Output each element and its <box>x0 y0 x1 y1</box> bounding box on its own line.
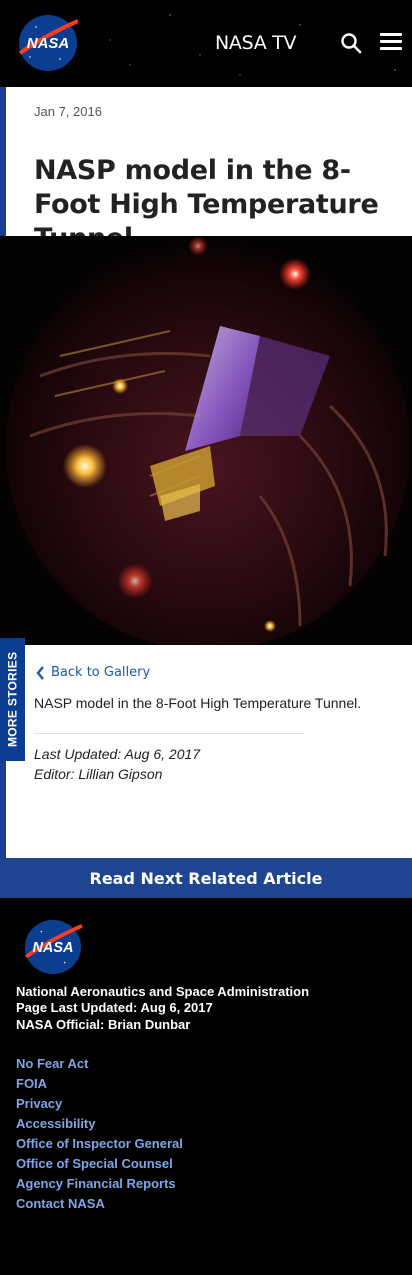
site-header: NASA NASA TV <box>0 0 412 87</box>
footer-nasa-logo[interactable]: NASA <box>22 918 84 976</box>
divider <box>34 733 304 734</box>
chevron-left-icon <box>36 665 44 680</box>
footer-link-contact-nasa[interactable]: Contact NASA <box>16 1196 105 1211</box>
nasa-tv-link[interactable]: NASA TV <box>215 32 296 54</box>
back-to-gallery-label: Back to Gallery <box>51 665 151 680</box>
hero-image[interactable] <box>0 236 412 645</box>
footer-page-updated: Page Last Updated: Aug 6, 2017 <box>16 1000 213 1015</box>
back-to-gallery-link[interactable]: Back to Gallery <box>36 665 150 680</box>
footer-link-no-fear-act[interactable]: No Fear Act <box>16 1056 88 1071</box>
search-icon[interactable] <box>340 32 362 54</box>
nasa-logo[interactable]: NASA <box>16 13 80 73</box>
footer-link-special-counsel[interactable]: Office of Special Counsel <box>16 1156 173 1171</box>
last-updated: Last Updated: Aug 6, 2017 <box>34 746 201 762</box>
menu-icon[interactable] <box>380 33 402 51</box>
article-date: Jan 7, 2016 <box>34 104 102 119</box>
footer-link-financial-reports[interactable]: Agency Financial Reports <box>16 1176 176 1191</box>
footer-link-accessibility[interactable]: Accessibility <box>16 1116 96 1131</box>
svg-text:NASA: NASA <box>27 35 70 52</box>
more-stories-tab[interactable]: MORE STORIES <box>0 638 25 761</box>
footer-agency: National Aeronautics and Space Administr… <box>16 984 310 999</box>
image-caption: NASP model in the 8-Foot High Temperatur… <box>34 695 362 711</box>
footer-official: NASA Official: Brian Dunbar <box>16 1017 191 1032</box>
editor: Editor: Lillian Gipson <box>34 766 163 782</box>
footer-link-foia[interactable]: FOIA <box>16 1076 47 1091</box>
footer-link-privacy[interactable]: Privacy <box>16 1096 62 1111</box>
footer-link-inspector-general[interactable]: Office of Inspector General <box>16 1136 183 1151</box>
read-next-button[interactable]: Read Next Related Article <box>0 858 412 898</box>
svg-text:NASA: NASA <box>32 940 73 956</box>
